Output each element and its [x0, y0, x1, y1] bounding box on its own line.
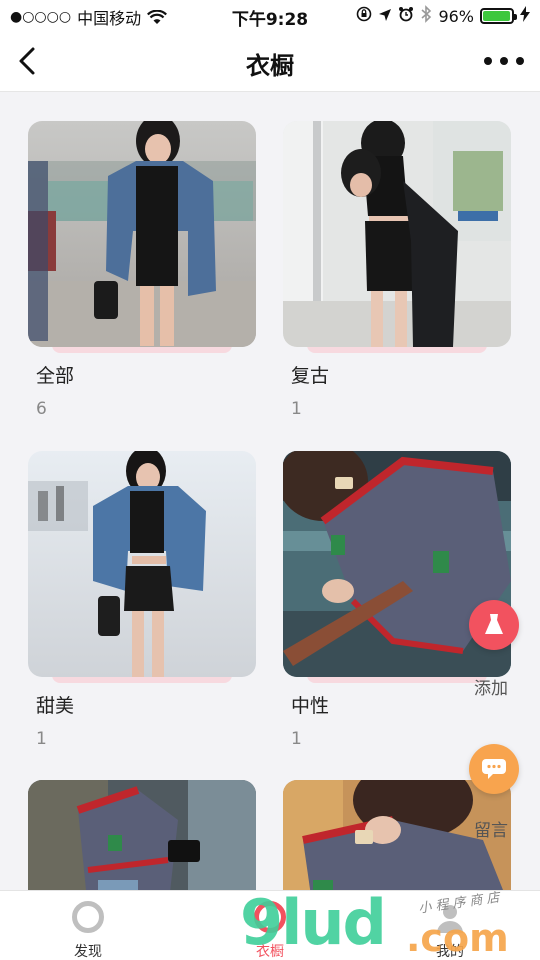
- battery-percent: 96%: [438, 6, 474, 26]
- category-count: 6: [36, 399, 47, 419]
- dress-icon: [485, 614, 503, 634]
- rotation-lock-icon: [356, 6, 372, 26]
- category-photo: [28, 121, 256, 347]
- category-photo: [28, 780, 256, 890]
- add-label: 添加: [474, 679, 508, 699]
- category-count: 1: [291, 399, 302, 419]
- battery-icon: [480, 8, 517, 24]
- category-name: 复古: [291, 365, 330, 387]
- chat-bubble-icon: [482, 759, 506, 779]
- tab-discover[interactable]: 发现: [28, 891, 148, 960]
- person-icon: [434, 901, 466, 933]
- bluetooth-icon: [420, 5, 432, 27]
- category-card-sweet[interactable]: 甜美 1: [28, 451, 256, 751]
- tab-mine[interactable]: 我的: [390, 891, 510, 960]
- add-clothing-button[interactable]: [469, 600, 519, 650]
- alarm-icon: [398, 6, 414, 26]
- status-bar: ●○○○○ 中国移动 下午9:28 96%: [0, 0, 540, 30]
- chevron-left-icon: [19, 47, 35, 75]
- category-count: 1: [36, 729, 47, 749]
- category-card-all[interactable]: 全部 6: [28, 121, 256, 421]
- wardrobe-grid: 全部 6 复古 1 甜美 1 中性 1: [0, 92, 540, 890]
- category-name: 全部: [36, 365, 75, 387]
- category-card-neutral[interactable]: 中性 1: [283, 451, 511, 751]
- tab-label: 衣橱: [256, 944, 284, 960]
- ring-icon: [72, 901, 104, 933]
- tab-label: 发现: [74, 944, 102, 960]
- message-button[interactable]: [469, 744, 519, 794]
- message-label: 留言: [474, 821, 508, 841]
- more-button[interactable]: [484, 46, 524, 76]
- page-title: 衣橱: [246, 52, 294, 80]
- category-card-5[interactable]: [28, 780, 256, 890]
- location-icon: [378, 7, 392, 26]
- category-photo: [283, 121, 511, 347]
- tab-wardrobe[interactable]: 衣橱: [210, 891, 330, 960]
- category-card-retro[interactable]: 复古 1: [283, 121, 511, 421]
- category-name: 中性: [291, 695, 330, 717]
- status-right: 96%: [356, 5, 530, 27]
- ring-icon: [254, 901, 286, 933]
- back-button[interactable]: [12, 44, 42, 78]
- more-dot: [500, 57, 508, 65]
- category-count: 1: [291, 729, 302, 749]
- category-name: 甜美: [36, 695, 75, 717]
- charging-icon: [520, 6, 530, 26]
- tab-label: 我的: [436, 944, 464, 960]
- nav-bar: 衣橱: [0, 30, 540, 92]
- tab-bar: 发现 衣橱 我的: [0, 890, 540, 960]
- category-photo: [28, 451, 256, 677]
- more-dot: [516, 57, 524, 65]
- more-dot: [484, 57, 492, 65]
